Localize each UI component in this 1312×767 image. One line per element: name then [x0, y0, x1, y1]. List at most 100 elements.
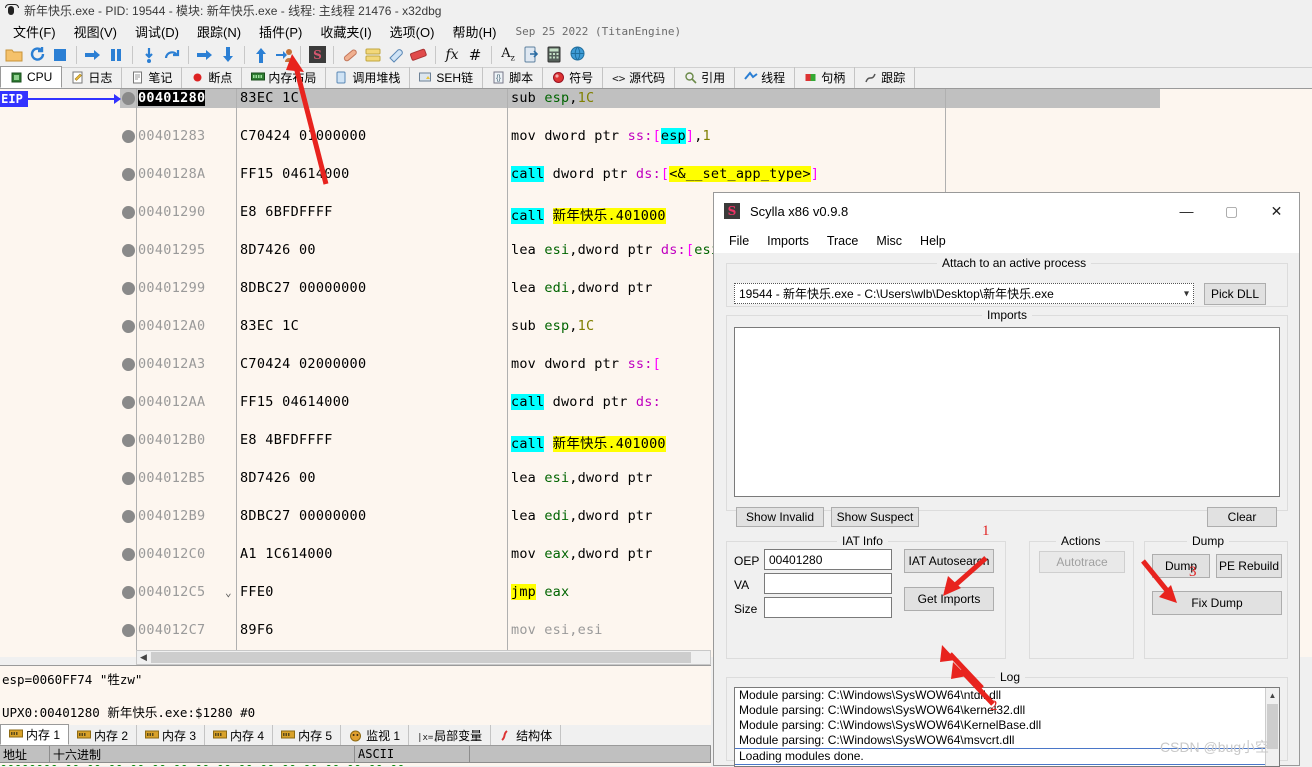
globe-icon[interactable] — [566, 44, 588, 66]
scroll-up-icon[interactable]: ▲ — [1266, 688, 1279, 702]
log-line[interactable]: Module parsing: C:\Windows\SysWOW64\ntdl… — [735, 688, 1279, 703]
notes-icon[interactable] — [385, 44, 407, 66]
run-icon[interactable] — [82, 44, 104, 66]
memtab-struct[interactable]: 结构体 — [491, 725, 562, 745]
memtab-locals[interactable]: |x=| 局部变量 — [409, 725, 492, 745]
memtab-watch-1[interactable]: 监视 1 — [341, 725, 410, 745]
log-line[interactable]: Module parsing: C:\Windows\SysWOW64\Kern… — [735, 718, 1279, 733]
disasm-row[interactable]: 00401290 E8 6BFDFFFF call 新年快乐.401000 — [0, 146, 1312, 224]
disasm-horizontal-scrollbar[interactable]: ◀ — [136, 650, 711, 665]
scylla-dialog[interactable]: S Scylla x86 v0.9.8 — ▢ ✕ File Imports T… — [713, 192, 1300, 767]
scrollbar-thumb[interactable] — [151, 652, 691, 663]
scroll-left-icon[interactable]: ◀ — [137, 651, 150, 664]
show-suspect-button[interactable]: Show Suspect — [831, 507, 919, 527]
iat-autosearch-button[interactable]: IAT Autosearch — [904, 549, 994, 573]
scylla-menu-imports[interactable]: Imports — [758, 232, 818, 250]
scylla-menu-help[interactable]: Help — [911, 232, 955, 250]
pick-dll-button[interactable]: Pick DLL — [1204, 283, 1266, 305]
get-imports-button[interactable]: Get Imports — [904, 587, 994, 611]
bookmark-icon[interactable] — [408, 44, 430, 66]
step-into-arrow-icon[interactable] — [194, 44, 216, 66]
tab-label: 断点 — [208, 71, 233, 85]
memtab-memory-2[interactable]: 内存 2 — [69, 725, 138, 745]
tab-seh-chain[interactable]: SEH链 — [410, 67, 484, 88]
memtab-memory-4[interactable]: 内存 4 — [205, 725, 274, 745]
scylla-menubar: File Imports Trace Misc Help — [714, 229, 1299, 253]
iat-info-caption: IAT Info — [837, 534, 888, 548]
process-combo[interactable]: 19544 - 新年快乐.exe - C:\Users\wlb\Desktop\… — [734, 283, 1194, 304]
restart-icon[interactable] — [26, 44, 48, 66]
menu-item-help[interactable]: 帮助(H) — [443, 20, 505, 43]
minimize-button[interactable]: — — [1164, 193, 1209, 229]
log-line[interactable]: Module parsing: C:\Windows\SysWOW64\kern… — [735, 703, 1279, 718]
execute-till-return-icon[interactable] — [250, 44, 272, 66]
hash-icon[interactable]: # — [464, 44, 486, 66]
notes-icon — [131, 71, 144, 84]
maximize-button[interactable]: ▢ — [1209, 193, 1254, 229]
memtab-memory-1[interactable]: 内存 1 — [0, 724, 70, 745]
oep-input[interactable]: 00401280 — [764, 549, 892, 570]
disasm-row[interactable]: 00401280 83EC 1C sub esp,1C — [0, 89, 1312, 108]
va-input[interactable] — [764, 573, 892, 594]
scylla-menu-trace[interactable]: Trace — [818, 232, 868, 250]
stop-icon[interactable] — [49, 44, 71, 66]
fix-dump-button[interactable]: Fix Dump — [1152, 591, 1282, 615]
memcol-address[interactable]: 地址 — [0, 746, 50, 762]
reference-icon — [684, 71, 697, 84]
log-icon — [71, 71, 84, 84]
scylla-menu-file[interactable]: File — [720, 232, 758, 250]
memcol-ascii[interactable]: ASCII — [355, 746, 470, 762]
disasm-row[interactable]: 00401295 8D7426 00 lea esi,dword ptr ds:[e… — [0, 165, 1312, 258]
close-button[interactable]: ✕ — [1254, 193, 1299, 229]
memcol-hex[interactable]: 十六进制 — [50, 746, 355, 762]
scylla-menu-misc[interactable]: Misc — [867, 232, 911, 250]
tab-script[interactable]: {} 脚本 — [483, 67, 544, 88]
tab-source[interactable]: <> 源代码 — [603, 67, 676, 88]
tab-notes[interactable]: 笔记 — [122, 67, 183, 88]
step-over-arrow-icon[interactable] — [217, 44, 239, 66]
menu-item-options[interactable]: 选项(O) — [381, 20, 444, 43]
tab-threads[interactable]: 线程 — [735, 67, 796, 88]
step-into-icon[interactable] — [138, 44, 160, 66]
tab-cpu[interactable]: CPU — [0, 66, 63, 88]
pause-icon[interactable] — [105, 44, 127, 66]
menu-item-file[interactable]: 文件(F) — [4, 20, 65, 43]
show-invalid-button[interactable]: Show Invalid — [736, 507, 824, 527]
tab-log[interactable]: 日志 — [62, 67, 123, 88]
memcol-extra[interactable] — [470, 746, 711, 762]
breakpoint-dot-icon[interactable] — [122, 92, 135, 105]
open-icon[interactable] — [3, 44, 25, 66]
tab-memory-map[interactable]: 内存布局 — [242, 67, 327, 88]
menu-item-debug[interactable]: 调试(D) — [126, 20, 188, 43]
run-to-user-code-icon[interactable] — [273, 44, 295, 66]
tab-trace[interactable]: 跟踪 — [855, 67, 916, 88]
font-icon[interactable]: Az — [497, 44, 519, 66]
tab-references[interactable]: 引用 — [675, 67, 736, 88]
tab-handles[interactable]: 句柄 — [795, 67, 856, 88]
calculator-icon[interactable] — [543, 44, 565, 66]
memory-icon — [77, 729, 92, 742]
tab-call-stack[interactable]: 调用堆栈 — [326, 67, 411, 88]
functions-icon[interactable]: fx — [441, 44, 463, 66]
log-icon[interactable] — [362, 44, 384, 66]
memtab-memory-5[interactable]: 内存 5 — [273, 725, 342, 745]
scylla-icon[interactable]: S — [306, 44, 328, 66]
clear-button[interactable]: Clear — [1207, 507, 1277, 527]
size-input[interactable] — [764, 597, 892, 618]
chevron-down-icon[interactable]: ▾ — [1184, 288, 1189, 299]
patch-icon[interactable] — [339, 44, 361, 66]
tab-symbols[interactable]: 符号 — [543, 67, 604, 88]
step-over-icon[interactable] — [161, 44, 183, 66]
dump-button[interactable]: Dump — [1152, 554, 1210, 578]
attach-icon[interactable] — [520, 44, 542, 66]
disasm-row[interactable]: 00401283 C70424 01000000 mov dword ptr ss:… — [0, 108, 1312, 144]
menu-item-trace[interactable]: 跟踪(N) — [188, 20, 250, 43]
imports-listbox[interactable] — [734, 327, 1280, 497]
menu-item-plugins[interactable]: 插件(P) — [250, 20, 311, 43]
tab-breakpoints[interactable]: 断点 — [182, 67, 243, 88]
menu-item-view[interactable]: 视图(V) — [65, 20, 126, 43]
disasm-row[interactable]: 0040128A FF15 04614000 call dword ptr ds:[… — [0, 127, 1312, 182]
memtab-memory-3[interactable]: 内存 3 — [137, 725, 206, 745]
pe-rebuild-button[interactable]: PE Rebuild — [1216, 554, 1282, 578]
menu-item-favourites[interactable]: 收藏夹(I) — [311, 20, 380, 43]
